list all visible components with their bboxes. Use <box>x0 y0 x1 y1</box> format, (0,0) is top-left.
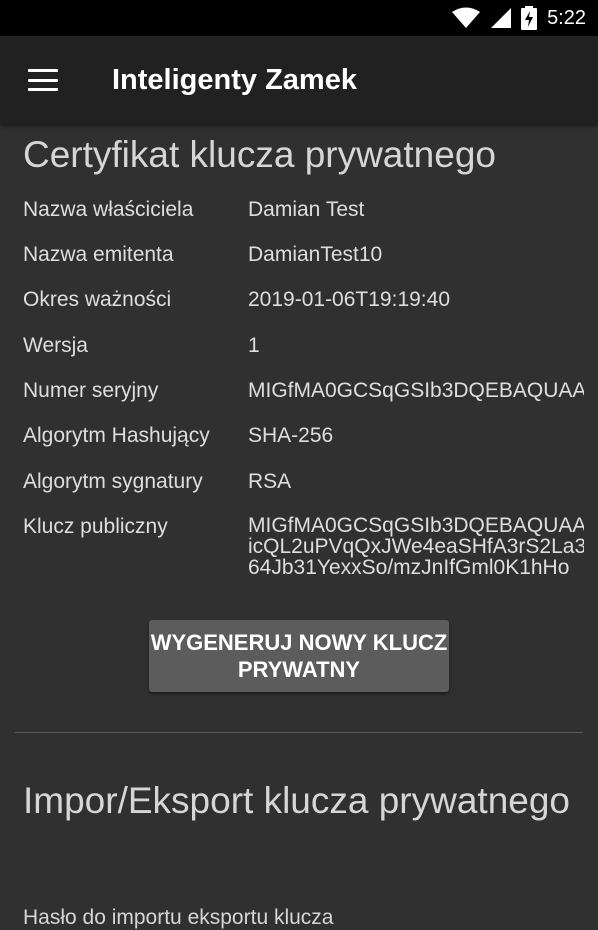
row-label: Algorytm sygnatury <box>23 470 203 493</box>
app-title: Inteligenty Zamek <box>112 63 357 96</box>
row-label: Nazwa emitenta <box>23 243 174 266</box>
row-label: Wersja <box>23 334 88 357</box>
battery-charging-icon <box>521 6 538 30</box>
cell-signal-icon <box>489 7 513 29</box>
certificate-section-title: Certyfikat klucza prywatnego <box>23 134 496 175</box>
row-label: Okres ważności <box>23 288 172 311</box>
row-label: Nazwa właściciela <box>23 198 194 221</box>
row-value: MIGfMA0GCSqGSIb3DQEBAQUAA4 <box>248 379 584 402</box>
status-time: 5:22 <box>547 6 586 29</box>
row-value: 1 <box>248 334 260 357</box>
row-label: Algorytm Hashujący <box>23 424 210 447</box>
public-key-value: MIGfMA0GCSqGSIb3DQEBAQUAA4 icQL2uPVqQxJW… <box>248 515 584 578</box>
row-value: 2019-01-06T19:19:40 <box>248 288 450 311</box>
app-bar: Inteligenty Zamek <box>0 36 598 124</box>
row-value: Damian Test <box>248 198 365 221</box>
regenerate-key-button[interactable]: WYGENERUJ NOWY KLUCZ PRYWATNY <box>149 620 449 692</box>
row-value: DamianTest10 <box>248 243 383 266</box>
public-key-line: 64Jb31YexxSo/mzJnIfGml0K1hHo <box>248 556 570 578</box>
row-label: Numer seryjny <box>23 379 159 402</box>
wifi-icon <box>451 7 481 29</box>
status-bar: 5:22 <box>0 0 598 36</box>
public-key-line: MIGfMA0GCSqGSIb3DQEBAQUAA4 <box>248 515 584 537</box>
row-value: SHA-256 <box>248 424 334 447</box>
import-export-password-label: Hasło do importu eksportu klucza <box>23 906 334 929</box>
hamburger-menu-icon[interactable] <box>28 69 58 91</box>
public-key-line: icQL2uPVqQxJWe4eaSHfA3rS2La3 <box>248 535 584 558</box>
row-label: Klucz publiczny <box>23 515 168 538</box>
row-value: RSA <box>248 470 292 493</box>
section-divider <box>15 732 583 733</box>
import-export-section-title: Impor/Eksport klucza prywatnego <box>23 780 571 821</box>
